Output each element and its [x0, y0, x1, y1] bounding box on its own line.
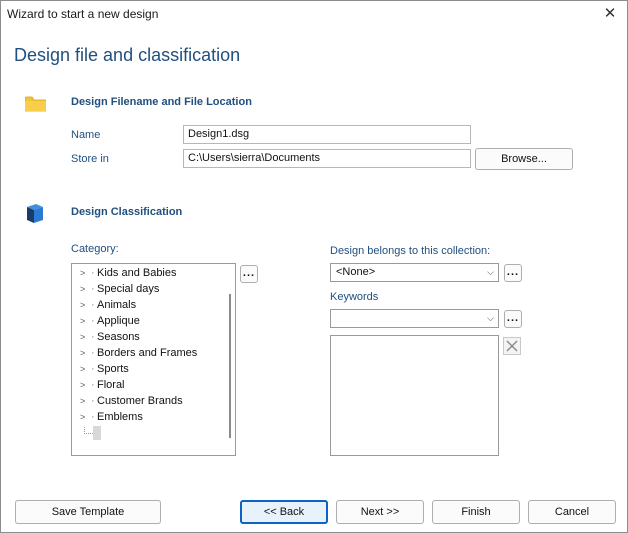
clear-keyword-icon[interactable] — [503, 337, 521, 355]
category-more-button[interactable]: ... — [240, 265, 258, 283]
chevron-right-icon[interactable]: > — [80, 329, 90, 345]
category-tree[interactable]: > · Kids and Babies > · Special days > · Anima… — [71, 263, 236, 456]
chevron-right-icon[interactable]: > — [80, 345, 90, 361]
finish-button[interactable]: Finish — [432, 500, 520, 524]
chevron-down-icon[interactable]: ⌵ — [487, 313, 494, 324]
chevron-right-icon[interactable]: > — [80, 361, 90, 377]
collection-label: Design belongs to this collection: — [330, 245, 491, 257]
save-template-button[interactable]: Save Template — [15, 500, 161, 524]
chevron-right-icon[interactable]: > — [80, 265, 90, 281]
collection-value: <None> — [336, 266, 376, 278]
page-title: Design file and classification — [14, 45, 241, 65]
keywords-more-button[interactable]: ... — [504, 310, 522, 328]
title-bar: Wizard to start a new design ✕ — [1, 1, 627, 27]
keywords-list[interactable] — [330, 335, 499, 456]
close-icon[interactable]: ✕ — [599, 3, 621, 25]
store-in-field[interactable]: C:\Users\sierra\Documents — [183, 149, 471, 168]
chevron-down-icon[interactable]: ⌵ — [487, 267, 494, 278]
chevron-right-icon[interactable]: > — [80, 281, 90, 297]
category-label: Category: — [71, 243, 119, 255]
next-button[interactable]: Next >> — [336, 500, 424, 524]
name-field[interactable]: Design1.dsg — [183, 125, 471, 144]
wizard-window: Wizard to start a new design ✕ Design fi… — [0, 0, 628, 533]
cancel-button[interactable]: Cancel — [528, 500, 616, 524]
browse-button[interactable]: Browse... — [475, 148, 573, 170]
tree-scroll-corner — [93, 426, 101, 440]
collection-more-button[interactable]: ... — [504, 264, 522, 282]
chevron-right-icon[interactable]: > — [80, 377, 90, 393]
store-in-label: Store in — [71, 153, 109, 165]
back-button[interactable]: << Back — [240, 500, 328, 524]
tree-scrollbar[interactable] — [229, 294, 231, 438]
chevron-right-icon[interactable]: > — [80, 313, 90, 329]
folder-icon — [25, 96, 46, 112]
classification-heading: Design Classification — [71, 206, 183, 218]
chevron-right-icon[interactable]: > — [80, 393, 90, 409]
chevron-right-icon[interactable]: > — [80, 297, 90, 313]
keywords-select[interactable]: ⌵ — [330, 309, 499, 328]
file-section-heading: Design Filename and File Location — [71, 96, 252, 108]
collection-select[interactable]: <None> ⌵ — [330, 263, 499, 282]
chevron-right-icon[interactable]: > — [80, 409, 90, 425]
cube-icon — [27, 204, 43, 223]
keywords-label: Keywords — [330, 291, 379, 303]
window-title: Wizard to start a new design — [7, 7, 159, 21]
name-label: Name — [71, 129, 101, 141]
